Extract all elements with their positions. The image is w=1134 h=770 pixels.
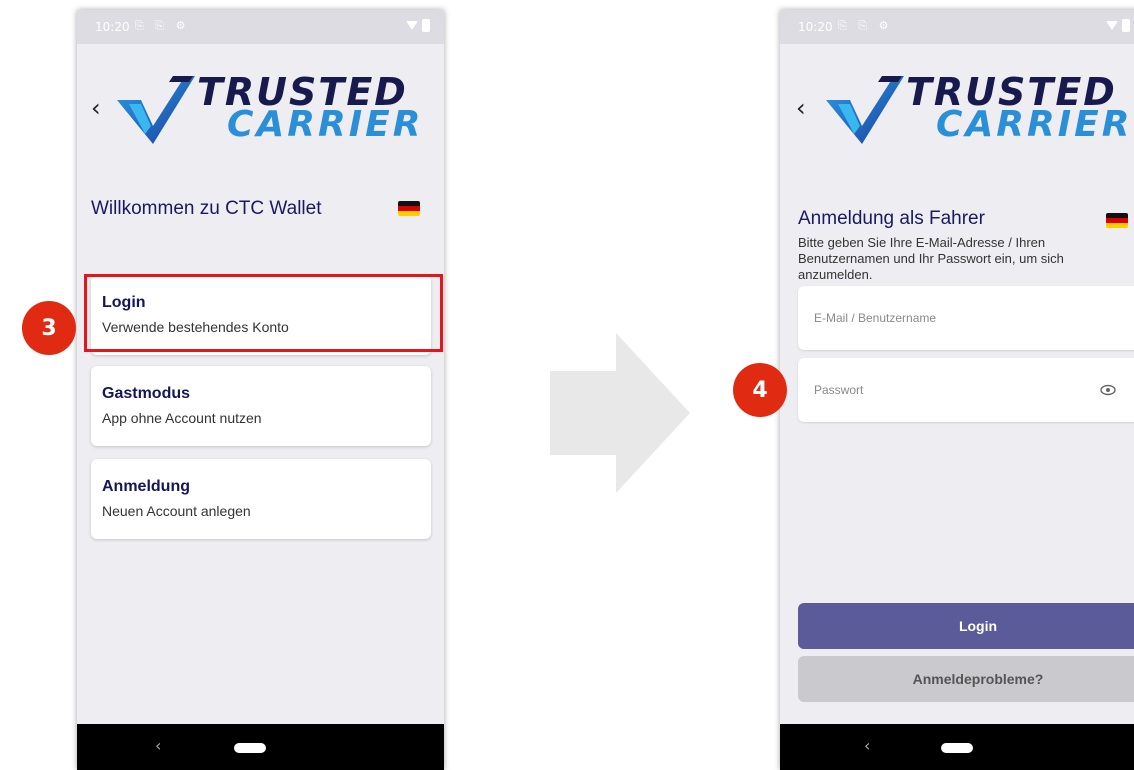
trusted-carrier-logo: TRUSTED CARRIER (115, 70, 444, 150)
de-flag-icon[interactable] (398, 201, 420, 216)
de-flag-icon[interactable] (1106, 213, 1128, 228)
tutorial-canvas: 10:20 ⎘ ⎘ ⚙ ‹ TRUSTED CARRIER Willkommen… (0, 0, 1134, 770)
show-password-eye-icon[interactable] (1100, 382, 1116, 398)
status-bar: 10:20 ⎘ ⎘ ⚙ (780, 10, 1134, 44)
system-nav-bar: ‹ (77, 724, 444, 770)
step-3-badge: 3 (22, 301, 76, 355)
notification-icons: ⎘ ⎘ ⚙ (838, 19, 893, 32)
page-title: Anmeldung als Fahrer (798, 208, 985, 229)
login-instructions: Bitte geben Sie Ihre E-Mail-Adresse / Ih… (798, 235, 1064, 282)
nav-home-pill-icon[interactable] (941, 743, 973, 753)
password-input[interactable] (798, 358, 1134, 422)
logo-word-carrier: CARRIER (227, 104, 424, 145)
card-title: Anmeldung (102, 478, 190, 495)
back-arrow-icon[interactable]: ‹ (796, 94, 806, 122)
email-username-field[interactable] (798, 286, 1134, 350)
login-button[interactable]: Login (798, 603, 1134, 649)
back-arrow-icon[interactable]: ‹ (91, 94, 101, 122)
step-4-badge: 4 (733, 363, 787, 417)
flow-arrow-icon (550, 333, 690, 493)
battery-icon (1122, 19, 1130, 32)
phone-screen-login: 10:20 ⎘ ⎘ ⚙ ‹ TRUSTED CARRIER Anmeldung … (780, 10, 1134, 770)
phone-screen-welcome: 10:20 ⎘ ⎘ ⚙ ‹ TRUSTED CARRIER Willkommen… (77, 10, 444, 770)
nav-back-icon[interactable]: ‹ (864, 736, 870, 755)
card-subtitle: Neuen Account anlegen (102, 503, 251, 519)
login-highlight-frame (84, 274, 443, 352)
card-subtitle: App ohne Account nutzen (102, 410, 262, 426)
nav-back-icon[interactable]: ‹ (155, 736, 161, 755)
guest-mode-option-card[interactable]: Gastmodus App ohne Account nutzen (91, 366, 431, 446)
status-time: 10:20 (798, 20, 833, 34)
status-time: 10:20 (95, 20, 130, 34)
email-username-input[interactable] (798, 286, 1134, 350)
wifi-icon (1106, 21, 1118, 30)
password-field[interactable] (798, 358, 1134, 422)
status-icons (406, 19, 430, 32)
status-icons (1106, 19, 1130, 32)
trusted-carrier-logo: TRUSTED CARRIER (824, 70, 1134, 150)
card-title: Gastmodus (102, 385, 191, 402)
system-nav-bar: ‹ (780, 724, 1134, 770)
wifi-icon (406, 21, 418, 30)
logo-check-mark-icon (826, 76, 904, 144)
battery-icon (422, 19, 430, 32)
nav-home-pill-icon[interactable] (234, 743, 266, 753)
status-bar: 10:20 ⎘ ⎘ ⚙ (77, 10, 444, 44)
register-option-card[interactable]: Anmeldung Neuen Account anlegen (91, 459, 431, 539)
login-problems-button[interactable]: Anmeldeprobleme? (798, 656, 1134, 702)
logo-check-mark-icon (117, 76, 195, 144)
notification-icons: ⎘ ⎘ ⚙ (135, 19, 190, 32)
logo-word-carrier: CARRIER (936, 104, 1133, 145)
page-title: Willkommen zu CTC Wallet (91, 198, 322, 219)
